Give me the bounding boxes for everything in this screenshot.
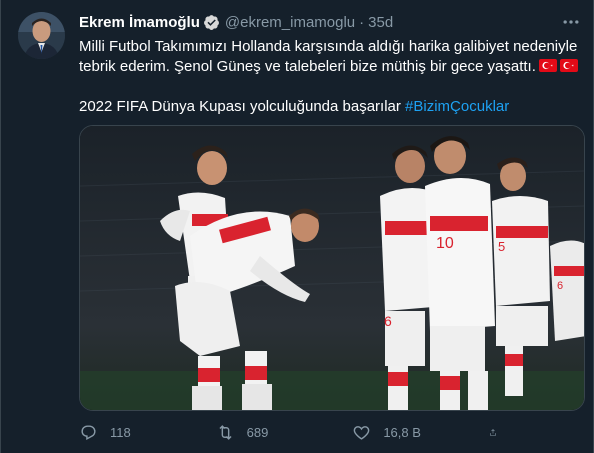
like-icon [354,425,370,440]
tweet-line-3-wrap: 2022 FIFA Dünya Kupası yolculuğunda başa… [79,97,584,117]
tweet-line-1: Milli Futbol Takımımızı Hollanda karşısı… [79,38,578,55]
reply-icon [81,424,96,440]
share-button[interactable] [489,423,509,442]
reply-button[interactable]: 118 [79,423,189,442]
photo-scene: 6 10 5 6 [80,126,584,410]
tweet-line-3: 2022 FIFA Dünya Kupası yolculuğunda başa… [79,98,401,115]
like-button[interactable]: 16,8 B [352,423,462,442]
avatar-image [18,12,65,59]
tweet-line-2-wrap: tebrik ederim. Şenol Güneş ve talebeleri… [79,57,584,77]
more-icon[interactable] [561,12,581,32]
flag-tr-icon [559,59,578,72]
reply-count: 118 [110,424,131,440]
flag-tr-icon [538,59,557,72]
jersey-number-6: 6 [384,313,392,329]
timestamp[interactable]: 35d [368,14,393,31]
handle[interactable]: @ekrem_imamoglu [225,14,355,31]
like-count: 16,8 B [383,424,421,440]
retweet-count: 689 [246,424,269,440]
tweet-line-2: tebrik ederim. Şenol Güneş ve talebeleri… [79,58,536,75]
tweet-photo[interactable]: 6 10 5 6 [79,125,585,411]
tweet-text: Milli Futbol Takımımızı Hollanda karşısı… [79,37,584,117]
jersey-number-5: 5 [498,239,505,254]
avatar[interactable] [18,12,65,59]
share-icon [490,428,496,436]
hashtag-link[interactable]: #BizimÇocuklar [405,98,509,115]
separator-dot: · [359,13,365,31]
tweet[interactable]: Ekrem İmamoğlu @ekrem_imamoglu · 35d Mil… [0,0,594,453]
display-name[interactable]: Ekrem İmamoğlu [79,14,200,31]
verified-icon [203,14,220,31]
retweet-button[interactable]: 689 [216,423,326,442]
tweet-header: Ekrem İmamoğlu @ekrem_imamoglu · 35d [79,12,553,32]
jersey-number-10: 10 [436,235,454,252]
retweet-icon [219,424,232,440]
jersey-number-6b: 6 [557,280,563,292]
tweet-actions: 118 689 16,8 B [79,420,509,444]
